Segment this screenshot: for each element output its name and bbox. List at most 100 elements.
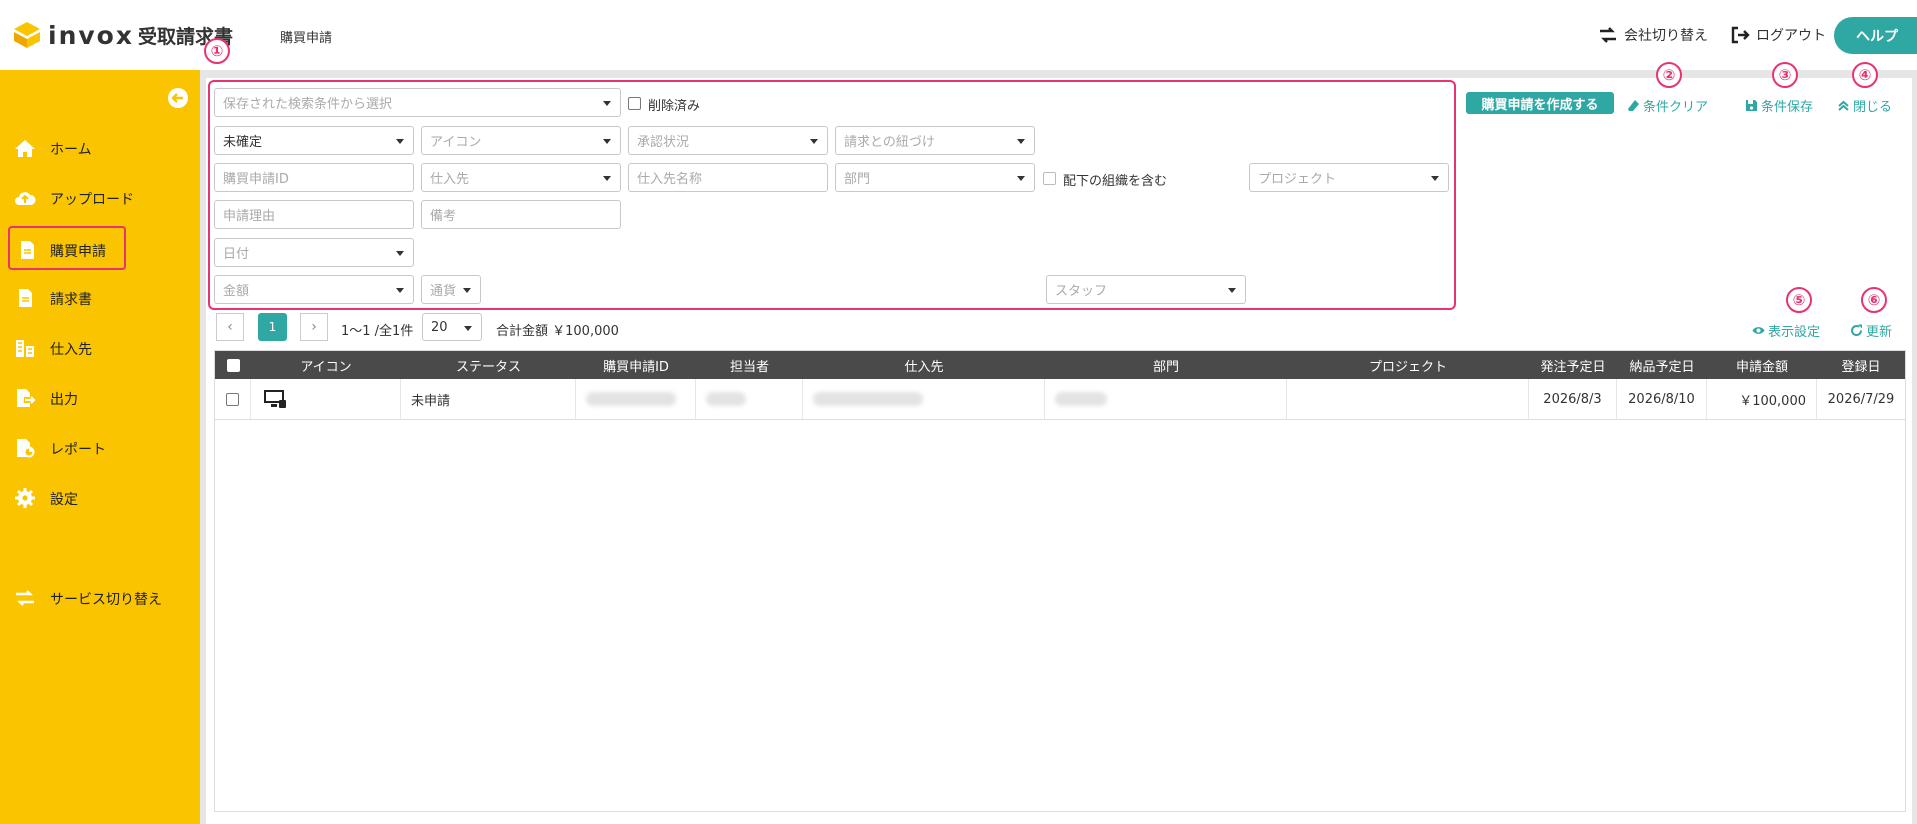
purchase-request-table: アイコン ステータス 購買申請ID 担当者 仕入先 部門 プロジェクト 発注予定…	[214, 350, 1906, 812]
currency-select[interactable]: 通貨	[421, 275, 481, 304]
help-button[interactable]: ヘルプ	[1834, 17, 1917, 54]
clear-conditions-button[interactable]: 条件クリア	[1627, 96, 1708, 115]
per-page-select[interactable]: 20	[422, 313, 482, 341]
switch-company-link[interactable]: 会社切り替え	[1598, 25, 1708, 45]
sidebar-item-settings[interactable]: 設定	[0, 476, 200, 520]
row-checkbox[interactable]	[226, 392, 239, 406]
include-sub-org-label: 配下の組織を含む	[1063, 174, 1168, 189]
sidebar: ホーム アップロード 購買申請 請求書 仕入先 出力 レポート 設定 サービス切…	[0, 70, 200, 824]
column-header-icon[interactable]: アイコン	[251, 351, 401, 379]
annotation-marker-4: ④	[1852, 62, 1878, 88]
sidebar-item-upload[interactable]: アップロード	[0, 176, 200, 220]
column-header-staff[interactable]: 担当者	[696, 351, 803, 379]
include-sub-org-checkbox[interactable]	[1043, 172, 1056, 185]
saved-search-select[interactable]: 保存された検索条件から選択	[214, 88, 621, 117]
sidebar-item-label: ホーム	[50, 142, 92, 158]
sidebar-item-home[interactable]: ホーム	[0, 126, 200, 170]
sidebar-item-label: 出力	[50, 392, 78, 408]
prev-page-button[interactable]: ‹	[216, 313, 244, 341]
status-cell: 未申請	[401, 379, 576, 419]
annotation-marker-6: ⑥	[1861, 287, 1887, 313]
column-header-registered-date[interactable]: 登録日	[1817, 351, 1905, 379]
deleted-checkbox[interactable]	[628, 97, 641, 110]
sidebar-item-label: 購買申請	[50, 244, 106, 260]
refresh-button[interactable]: 更新	[1850, 321, 1892, 340]
column-header-status[interactable]: ステータス	[401, 351, 576, 379]
swap-icon	[1600, 27, 1616, 43]
close-filter-label: 閉じる	[1853, 100, 1893, 115]
sidebar-item-label: サービス切り替え	[50, 592, 162, 608]
request-id-cell	[576, 379, 696, 419]
supplier-select[interactable]: 仕入先	[421, 163, 621, 192]
annotation-marker-2: ②	[1656, 62, 1682, 88]
building-icon	[16, 340, 34, 357]
column-header-order-date[interactable]: 発注予定日	[1529, 351, 1617, 379]
date-select[interactable]: 日付	[214, 238, 414, 267]
switch-company-label: 会社切り替え	[1624, 28, 1708, 44]
sidebar-item-service-switch[interactable]: サービス切り替え	[0, 576, 200, 620]
report-icon	[17, 439, 35, 458]
supplier-name-input[interactable]: 仕入先名称	[628, 163, 828, 192]
column-header-request-id[interactable]: 購買申請ID	[576, 351, 696, 379]
sidebar-item-export[interactable]: 出力	[0, 376, 200, 420]
collapse-sidebar-button[interactable]	[168, 88, 188, 108]
registered-date-cell: 2026/7/29	[1827, 391, 1895, 407]
refresh-label: 更新	[1866, 325, 1893, 340]
department-select[interactable]: 部門	[835, 163, 1035, 192]
sidebar-item-invoice[interactable]: 請求書	[0, 276, 200, 320]
save-conditions-button[interactable]: 条件保存	[1745, 96, 1813, 115]
note-input[interactable]: 備考	[421, 200, 621, 229]
create-purchase-request-button[interactable]: 購買申請を作成する	[1466, 92, 1614, 114]
close-filter-button[interactable]: 閉じる	[1837, 96, 1892, 115]
current-page-button[interactable]: 1	[258, 313, 287, 341]
cloud-upload-icon	[15, 192, 36, 205]
home-icon	[15, 140, 35, 157]
icon-cell	[251, 379, 401, 419]
eraser-icon	[1628, 100, 1639, 111]
invoice-link-select[interactable]: 請求との紐づけ	[835, 126, 1035, 155]
display-settings-label: 表示設定	[1768, 325, 1821, 340]
next-page-button[interactable]: ›	[300, 313, 328, 341]
export-icon	[17, 389, 36, 407]
save-icon	[1746, 100, 1757, 111]
sidebar-item-purchase-request[interactable]: 購買申請	[8, 226, 126, 270]
column-header-amount[interactable]: 申請金額	[1707, 351, 1817, 379]
request-id-input[interactable]: 購買申請ID	[214, 163, 414, 192]
total-amount-text: 合計金額 ￥100,000	[496, 324, 619, 339]
monitor-icon	[264, 390, 286, 408]
approval-status-select[interactable]: 承認状況	[628, 126, 828, 155]
chevron-left-icon: ‹	[227, 319, 233, 335]
annotation-marker-1: ①	[204, 38, 230, 64]
save-conditions-label: 条件保存	[1761, 100, 1814, 115]
project-select[interactable]: プロジェクト	[1249, 163, 1449, 192]
icon-select[interactable]: アイコン	[421, 126, 621, 155]
redacted-value	[1055, 392, 1107, 406]
refresh-icon	[1851, 324, 1863, 337]
double-chevron-up-icon	[1838, 100, 1849, 111]
table-row[interactable]: 未申請 2026/8/3 2026/8/10 ￥100,000 2026/7/2…	[215, 379, 1905, 420]
amount-cell: ￥100,000	[1707, 379, 1817, 419]
app-header: invox 受取請求書 購買申請 会社切り替え ログアウト ヘルプ	[0, 0, 1917, 70]
request-reason-input[interactable]: 申請理由	[214, 200, 414, 229]
column-header-supplier[interactable]: 仕入先	[803, 351, 1045, 379]
column-header-delivery-date[interactable]: 納品予定日	[1617, 351, 1707, 379]
logo[interactable]: invox 受取請求書	[12, 20, 233, 50]
amount-select[interactable]: 金額	[214, 275, 414, 304]
redacted-value	[813, 392, 923, 406]
project-cell	[1287, 379, 1529, 419]
column-header-department[interactable]: 部門	[1045, 351, 1287, 379]
row-select-cell	[215, 379, 251, 419]
clear-conditions-label: 条件クリア	[1643, 100, 1709, 115]
logo-cube-icon	[14, 22, 40, 48]
sidebar-item-report[interactable]: レポート	[0, 426, 200, 470]
status-select[interactable]: 未確定	[214, 126, 414, 155]
display-settings-button[interactable]: 表示設定	[1752, 321, 1820, 340]
sidebar-item-label: 設定	[50, 492, 78, 508]
logout-link[interactable]: ログアウト	[1730, 25, 1826, 45]
column-header-project[interactable]: プロジェクト	[1287, 351, 1529, 379]
staff-select[interactable]: スタッフ	[1046, 275, 1246, 304]
supplier-cell	[803, 379, 1045, 419]
sidebar-item-supplier[interactable]: 仕入先	[0, 326, 200, 370]
select-all-checkbox[interactable]	[226, 358, 240, 372]
breadcrumb: 購買申請	[280, 31, 333, 46]
